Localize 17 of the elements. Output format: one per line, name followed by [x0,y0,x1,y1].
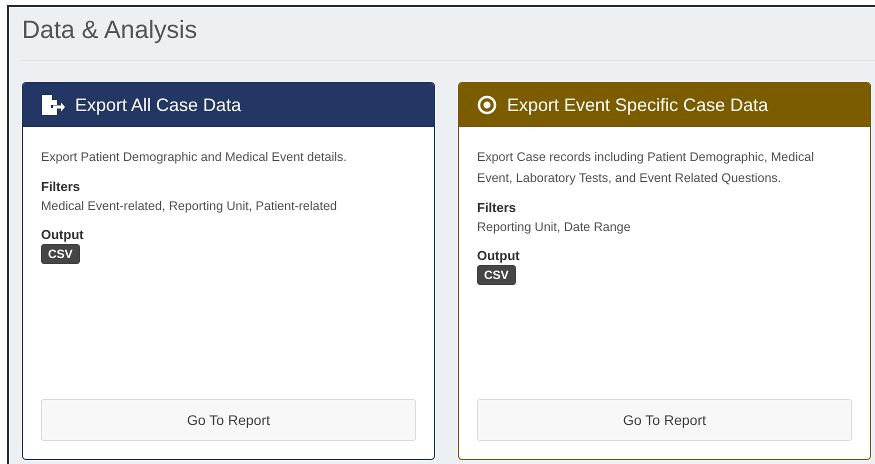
report-button[interactable]: Go To Report [477,399,852,441]
output-label: Output [477,247,521,265]
file-export-icon [41,95,65,115]
filters-text: Medical Event-related, Reporting Unit, Patient-related [41,198,338,215]
filters-label: Filters [41,178,82,196]
card-title: Export Event Specific Case Data [507,94,768,116]
filters-label: Filters [477,199,518,217]
report-button[interactable]: Go To Report [41,399,416,441]
card-description: Export Patient Demographic and Medical Event details. [41,149,348,166]
target-icon [477,95,497,115]
format-badge: CSV [41,244,80,264]
output-label: Output [41,226,85,244]
page-title: Data & Analysis [22,15,198,45]
card-description: Export Case records including Patient Demographic, Medical Event, Laboratory Tests, and Event Related Questions. [477,149,815,187]
filters-text: Reporting Unit, Date Range [477,219,632,236]
format-badge: CSV [477,265,516,285]
card-title: Export All Case Data [75,94,242,116]
